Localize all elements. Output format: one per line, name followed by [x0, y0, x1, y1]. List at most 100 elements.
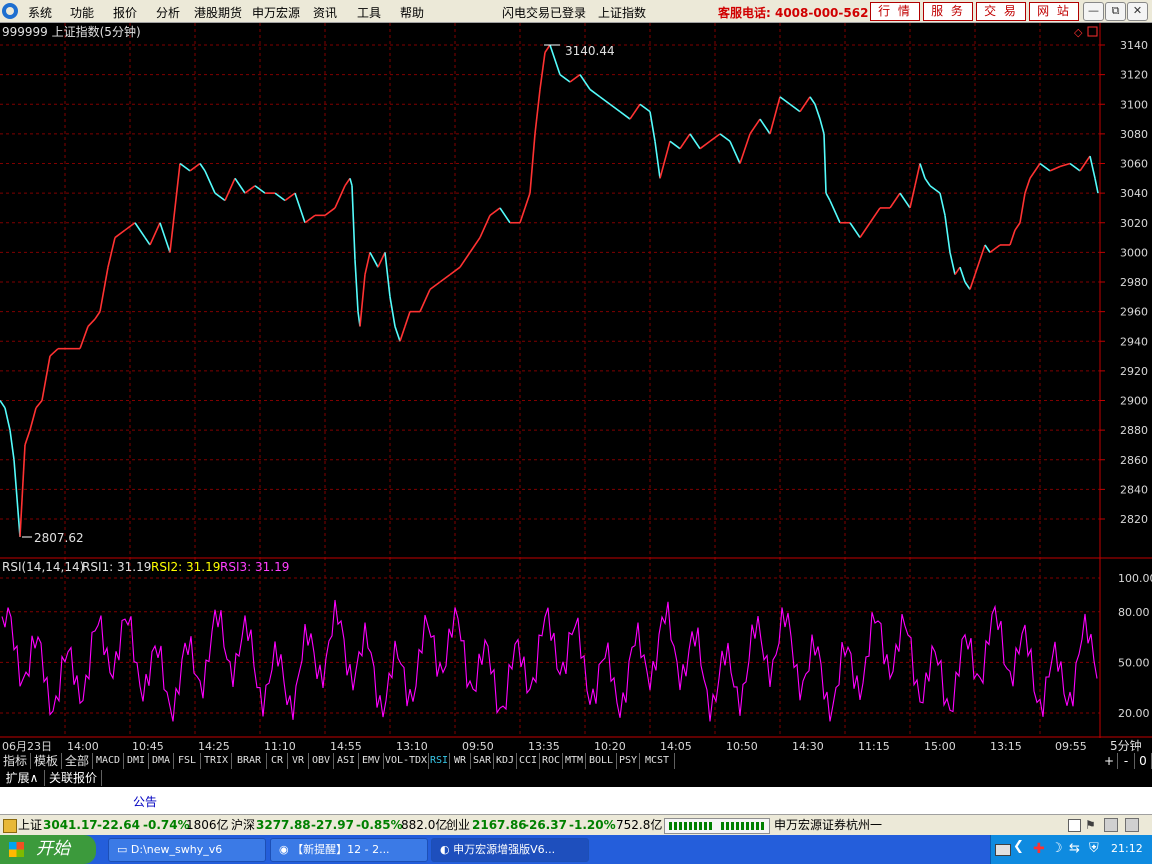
restore-icon[interactable]: ⧉: [1105, 2, 1126, 21]
price-segment: [544, 44, 551, 53]
indicator-tab-vol-tdx[interactable]: VOL-TDX: [384, 753, 429, 769]
indicator-tab-boll[interactable]: BOLL: [586, 753, 617, 769]
layout-icon[interactable]: [1068, 819, 1081, 832]
service-button[interactable]: 服 务: [923, 2, 973, 21]
sh-amount: 1806亿: [186, 818, 229, 832]
indicator-tab-cci[interactable]: CCI: [517, 753, 540, 769]
indicator-tab-cr[interactable]: CR: [267, 753, 288, 769]
price-segment: [399, 326, 406, 342]
price-segment: [989, 244, 1001, 254]
menu-analysis[interactable]: 分析: [156, 4, 180, 21]
period-label[interactable]: 5分钟: [1110, 738, 1142, 753]
indicator-tab-wr[interactable]: WR: [450, 753, 471, 769]
app-icon: ◐: [440, 843, 450, 856]
signal-icon[interactable]: ⚑: [1085, 818, 1096, 832]
indicator-tab-指标[interactable]: 指标: [0, 753, 31, 769]
menu-quote[interactable]: 报价: [113, 4, 137, 21]
price-segment: [974, 259, 981, 275]
indicator-tab-模板[interactable]: 模板: [31, 753, 62, 769]
add-pane-button[interactable]: +: [1101, 753, 1118, 769]
minimize-icon[interactable]: —: [1083, 2, 1104, 21]
price-segment: [224, 177, 236, 201]
hs-change: -27.97: [311, 818, 354, 832]
tab-related-quotes[interactable]: 关联报价: [45, 770, 102, 786]
indicator-tab-asi[interactable]: ASI: [334, 753, 359, 769]
lock-icon[interactable]: [1104, 818, 1118, 832]
price-segment: [419, 289, 431, 312]
price-segment: [144, 237, 151, 246]
indicator-tab-mcst[interactable]: MCST: [640, 753, 675, 769]
task-browser[interactable]: ◉ 【新提醒】12 - 2...: [270, 838, 428, 862]
indicator-tab-emv[interactable]: EMV: [359, 753, 384, 769]
task-browser-label: 【新提醒】12 - 2...: [292, 843, 390, 856]
indicator-tab-brar[interactable]: BRAR: [232, 753, 267, 769]
price-segment: [179, 162, 191, 172]
indicator-tab-roc[interactable]: ROC: [540, 753, 563, 769]
price-segment: [377, 252, 386, 268]
indicator-tab-vr[interactable]: VR: [288, 753, 309, 769]
chart-title: 999999 上证指数(5分钟): [2, 24, 141, 39]
time-label: 14:30: [792, 740, 824, 753]
moon-icon[interactable]: ☽: [1051, 841, 1063, 856]
remove-pane-button[interactable]: -: [1118, 753, 1135, 769]
reset-pane-button[interactable]: 0: [1135, 753, 1152, 769]
indicator-tab-trix[interactable]: TRIX: [201, 753, 232, 769]
menu-help[interactable]: 帮助: [400, 4, 424, 21]
price-segment: [889, 192, 901, 209]
price-segment: [35, 399, 43, 409]
rsi-tick-label: 100.00: [1118, 572, 1152, 585]
indicator-tab-dmi[interactable]: DMI: [124, 753, 149, 769]
price-tick-label: 3120: [1120, 69, 1148, 82]
price-tick-label: 2820: [1120, 513, 1148, 526]
price-segment: [334, 185, 346, 209]
indicator-tab-obv[interactable]: OBV: [309, 753, 334, 769]
trade-button[interactable]: 交 易: [976, 2, 1026, 21]
price-segment: [964, 281, 971, 290]
menu-tools[interactable]: 工具: [357, 4, 381, 21]
maximize-pane-icon[interactable]: [1087, 26, 1098, 37]
price-segment: [404, 311, 411, 327]
app-logo-icon[interactable]: [2, 3, 18, 19]
kline-chart[interactable]: 999999 上证指数(5分钟) ◇ 314031203100308030603…: [0, 23, 1152, 753]
menu-function[interactable]: 功能: [70, 4, 94, 21]
task-explorer[interactable]: ▭ D:\new_swhy_v6: [108, 838, 266, 862]
quotes-button[interactable]: 行 情: [870, 2, 920, 21]
settings-icon[interactable]: [1125, 818, 1139, 832]
network-icon[interactable]: ⇆: [1069, 841, 1080, 856]
back-icon[interactable]: ❮: [1013, 839, 1024, 854]
price-segment: [534, 89, 541, 134]
task-trading-app[interactable]: ◐ 申万宏源增强版V6...: [431, 838, 589, 862]
indicator-tab-fsl[interactable]: FSL: [174, 753, 201, 769]
indicator-tab-psy[interactable]: PSY: [617, 753, 640, 769]
indicator-tab-macd[interactable]: MACD: [93, 753, 124, 769]
indicator-tab-dma[interactable]: DMA: [149, 753, 174, 769]
shield-icon[interactable]: ⛨: [1089, 841, 1099, 856]
menu-news[interactable]: 资讯: [313, 4, 337, 21]
time-label: 11:10: [264, 740, 296, 753]
menu-swhy[interactable]: 申万宏源: [252, 4, 300, 21]
alert-icon[interactable]: [3, 819, 17, 833]
browser-icon: ◉: [279, 843, 289, 856]
website-button[interactable]: 网 站: [1029, 2, 1079, 21]
indicator-tab-全部[interactable]: 全部: [62, 753, 93, 769]
diamond-icon[interactable]: ◇: [1074, 26, 1083, 39]
price-segment: [959, 266, 966, 283]
close-icon[interactable]: ✕: [1127, 2, 1148, 21]
indicator-tab-rsi[interactable]: RSI: [429, 753, 450, 769]
price-segment: [94, 311, 101, 320]
notice-label[interactable]: 公告: [133, 793, 157, 810]
price-segment: [749, 118, 761, 135]
tab-expand[interactable]: 扩展∧: [0, 770, 45, 786]
price-tick-label: 2900: [1120, 395, 1148, 408]
start-button[interactable]: 开始: [0, 835, 96, 864]
keyboard-icon[interactable]: [995, 844, 1011, 856]
menu-hk-futures[interactable]: 港股期货: [194, 4, 242, 21]
ime-icon[interactable]: ✚: [1033, 841, 1045, 857]
price-segment: [539, 52, 546, 90]
price-segment: [579, 74, 591, 90]
indicator-tab-kdj[interactable]: KDJ: [494, 753, 517, 769]
menu-system[interactable]: 系统: [28, 4, 52, 21]
indicator-tab-sar[interactable]: SAR: [471, 753, 494, 769]
indicator-tab-mtm[interactable]: MTM: [563, 753, 586, 769]
rsi-tick-label: 80.00: [1118, 606, 1150, 619]
